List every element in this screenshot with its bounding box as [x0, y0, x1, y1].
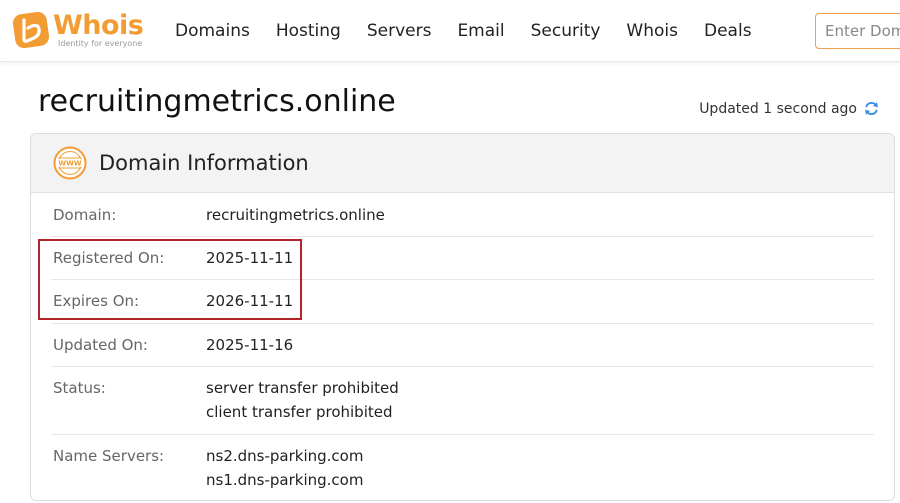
row-value: 2026-11-11: [206, 292, 294, 310]
domain-search-input[interactable]: [815, 13, 900, 49]
last-updated: Updated 1 second ago: [699, 100, 880, 117]
nav-whois[interactable]: Whois: [626, 21, 678, 41]
row-label: Status:: [53, 379, 106, 397]
whois-logo[interactable]: Whois Identity for everyone: [12, 9, 147, 51]
domain-info-rows: Domain: recruitingmetrics.online Registe…: [51, 194, 874, 500]
www-globe-icon: WWW: [53, 146, 87, 180]
logo-tagline: Identity for everyone: [58, 39, 143, 48]
nav-hosting[interactable]: Hosting: [276, 21, 341, 41]
row-label: Registered On:: [53, 249, 165, 267]
nav-email[interactable]: Email: [457, 21, 504, 41]
row-value: ns1.dns-parking.com: [206, 471, 364, 489]
domain-info-header: WWW Domain Information: [31, 134, 894, 193]
card-title: Domain Information: [99, 151, 309, 175]
top-navbar: Whois Identity for everyone Domains Host…: [0, 0, 900, 62]
row-value: 2025-11-11: [206, 249, 294, 267]
nav-deals[interactable]: Deals: [704, 21, 752, 41]
row-expires-on: Expires On: 2026-11-11: [51, 280, 874, 324]
logo-mark-icon: [12, 11, 50, 49]
nav-security[interactable]: Security: [531, 21, 601, 41]
nav-domains[interactable]: Domains: [175, 21, 250, 41]
row-domain: Domain: recruitingmetrics.online: [51, 194, 874, 237]
row-status: Status: server transfer prohibited clien…: [51, 367, 874, 435]
row-value: recruitingmetrics.online: [206, 206, 385, 224]
svg-text:WWW: WWW: [58, 160, 81, 168]
row-value: 2025-11-16: [206, 336, 294, 354]
row-label: Expires On:: [53, 292, 140, 310]
row-label: Name Servers:: [53, 447, 165, 465]
row-label: Updated On:: [53, 336, 148, 354]
main-nav: Domains Hosting Servers Email Security W…: [175, 0, 778, 62]
row-label: Domain:: [53, 206, 117, 224]
row-updated-on: Updated On: 2025-11-16: [51, 324, 874, 367]
refresh-icon[interactable]: [863, 100, 880, 117]
row-value: server transfer prohibited: [206, 379, 399, 397]
row-name-servers: Name Servers: ns2.dns-parking.com ns1.dn…: [51, 435, 874, 500]
logo-text: Whois: [53, 10, 144, 41]
row-value: ns2.dns-parking.com: [206, 447, 364, 465]
row-registered-on: Registered On: 2025-11-11: [51, 237, 874, 280]
nav-servers[interactable]: Servers: [367, 21, 432, 41]
page-title: recruitingmetrics.online: [38, 84, 396, 119]
last-updated-text: Updated 1 second ago: [699, 100, 857, 117]
row-value: client transfer prohibited: [206, 403, 393, 421]
domain-info-card: WWW Domain Information Domain: recruitin…: [30, 133, 895, 501]
